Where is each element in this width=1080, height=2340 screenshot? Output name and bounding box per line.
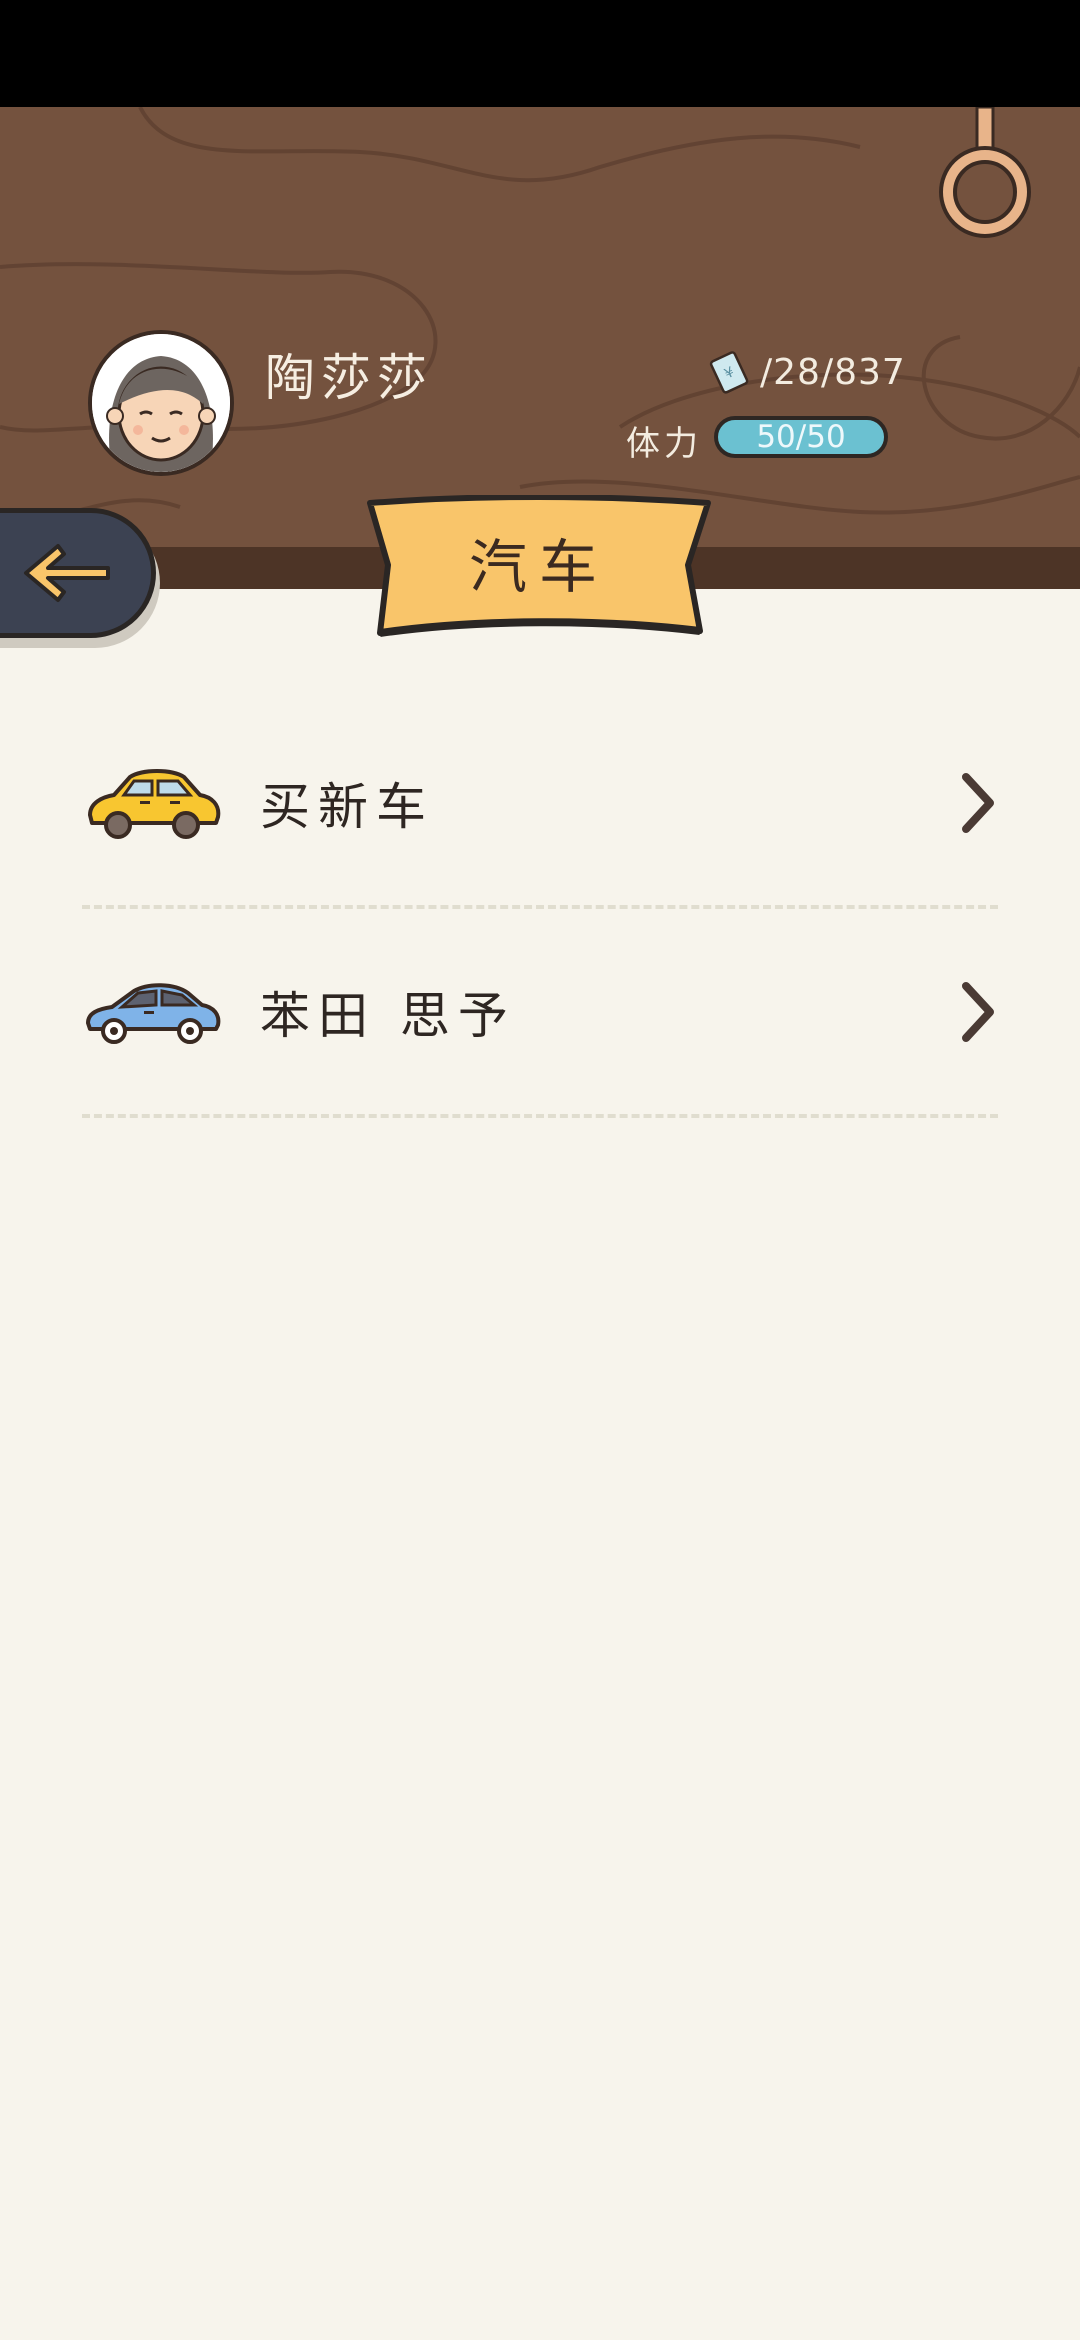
- list-item-owned-car[interactable]: 苯田 思予: [82, 909, 998, 1114]
- stamina-bar: 50/50: [714, 416, 888, 458]
- blue-car-icon: [86, 982, 221, 1044]
- money-bill-icon: ¥: [709, 351, 749, 394]
- list-item-buy-new-car[interactable]: 买新车: [82, 700, 998, 905]
- car-list: 买新车 苯田 思予: [82, 700, 998, 1118]
- stamina-label: 体力: [626, 424, 702, 464]
- ring-handle-icon[interactable]: [930, 107, 1040, 247]
- wood-grain-decoration: [0, 107, 1080, 529]
- item-label: 苯田 思予: [260, 986, 516, 1045]
- avatar[interactable]: [88, 330, 234, 476]
- money-row: ¥ /28/837: [708, 350, 906, 394]
- header-panel: [0, 107, 1080, 547]
- yellow-car-icon: [88, 768, 221, 839]
- arrow-left-icon: [24, 544, 110, 602]
- chevron-right-icon: [962, 981, 994, 1042]
- divider: [82, 1114, 998, 1118]
- back-button[interactable]: [0, 508, 156, 638]
- status-bar: [0, 0, 1080, 107]
- chevron-right-icon: [962, 772, 994, 833]
- stamina-value: 50/50: [756, 419, 846, 455]
- item-label: 买新车: [260, 777, 434, 836]
- grandma-face-icon: [92, 334, 230, 472]
- money-amount: /28/837: [760, 351, 906, 393]
- page-title: 汽车: [468, 533, 609, 601]
- player-name: 陶莎莎: [265, 349, 433, 407]
